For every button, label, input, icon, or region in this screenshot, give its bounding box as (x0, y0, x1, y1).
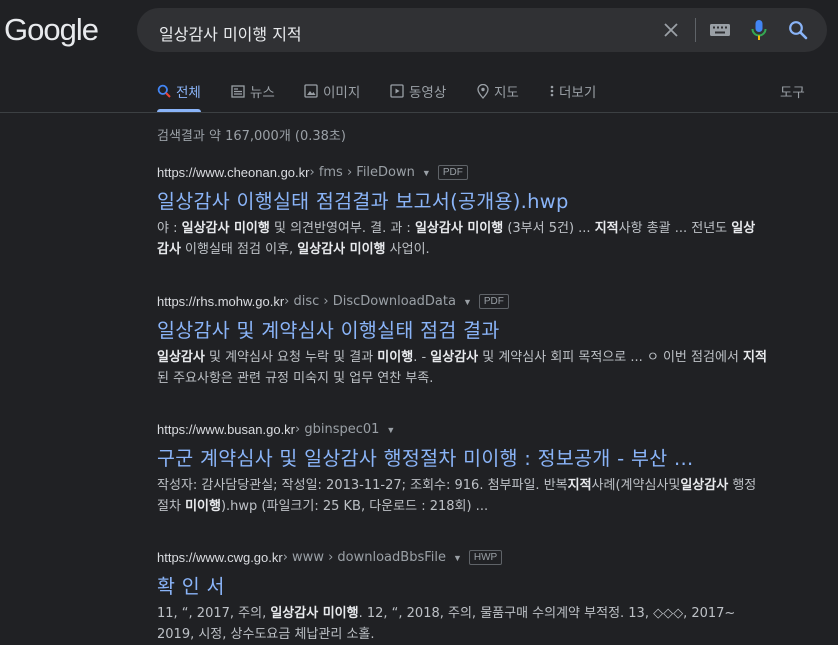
result-path: › disc › DiscDownloadData (284, 294, 456, 309)
result-title-link[interactable]: 일상감사 및 계약심사 이행실태 점검 결과 (157, 314, 767, 343)
result-snippet: 일상감사 및 계약심사 요청 누락 및 결과 미이행. - 일상감사 및 계약심… (157, 350, 767, 386)
tab-label: 전체 (176, 85, 201, 101)
chevron-down-icon[interactable]: ▼ (453, 553, 462, 563)
tab-all[interactable]: 전체 (157, 81, 201, 112)
tab-news[interactable]: 뉴스 (231, 81, 275, 101)
tab-maps[interactable]: 지도 (477, 81, 519, 101)
search-input[interactable]: 일상감사 미이행 지적 (159, 21, 302, 45)
tab-label: 이미지 (323, 85, 361, 101)
search-submit-icon[interactable] (787, 19, 809, 41)
image-icon (304, 84, 318, 98)
result-title-link[interactable]: 확 인 서 (157, 570, 767, 599)
clear-icon[interactable] (661, 19, 681, 41)
more-vert-icon (550, 85, 554, 97)
map-pin-icon (477, 83, 489, 99)
google-logo[interactable]: Google (4, 12, 99, 48)
chevron-down-icon[interactable]: ▼ (422, 168, 431, 178)
search-box[interactable]: 일상감사 미이행 지적 (137, 8, 827, 52)
chevron-down-icon[interactable]: ▼ (386, 425, 395, 435)
result-url[interactable]: https://rhs.mohw.go.kr › disc › DiscDown… (157, 294, 767, 309)
keyboard-icon[interactable] (709, 19, 731, 41)
result-path: › www › downloadBbsFile (282, 550, 446, 565)
result-snippet: 작성자: 감사담당관실; 작성일: 2013-11-27; 조회수: 916. … (157, 478, 757, 514)
tab-label: 더보기 (559, 85, 597, 101)
result-snippet: 야 : 일상감사 미이행 및 의견반영여부. 결. 과 : 일상감사 미이행 (… (157, 221, 756, 257)
mic-icon[interactable] (749, 19, 769, 41)
result-path: › gbinspec01 (295, 422, 380, 437)
divider (695, 18, 696, 42)
search-icon (157, 84, 171, 98)
search-result: https://www.busan.go.kr › gbinspec01 ▼ 구군 … (157, 422, 767, 517)
tab-videos[interactable]: 동영상 (390, 81, 446, 101)
search-result: https://www.cwg.go.kr › www › downloadBb… (157, 550, 767, 645)
result-domain: https://www.cheonan.go.kr (157, 165, 310, 180)
result-url[interactable]: https://www.cheonan.go.kr › fms › FileDo… (157, 165, 767, 180)
search-result: https://www.cheonan.go.kr › fms › FileDo… (157, 165, 767, 260)
file-type-badge: PDF (478, 294, 509, 309)
result-url[interactable]: https://www.busan.go.kr › gbinspec01 ▼ (157, 422, 767, 437)
file-type-badge: HWP (468, 550, 503, 565)
result-path: › fms › FileDown (309, 165, 415, 180)
video-icon (390, 84, 404, 98)
result-stats: 검색결과 약 167,000개 (0.38초) (157, 129, 346, 144)
result-domain: https://www.cwg.go.kr (157, 550, 283, 565)
search-result: https://rhs.mohw.go.kr › disc › DiscDown… (157, 294, 767, 389)
result-domain: https://www.busan.go.kr (157, 422, 296, 437)
tab-label: 동영상 (409, 85, 447, 101)
file-type-badge: PDF (437, 165, 468, 180)
result-title-link[interactable]: 일상감사 이행실태 점검결과 보고서(공개용).hwp (157, 185, 767, 214)
tab-label: 뉴스 (250, 85, 275, 101)
result-snippet: 11, “, 2017, 주의, 일상감사 미이행. 12, “, 2018, … (157, 606, 736, 642)
tab-more[interactable]: 더보기 (550, 81, 596, 101)
tab-label: 지도 (494, 85, 519, 101)
result-domain: https://rhs.mohw.go.kr (157, 294, 285, 309)
tools-button[interactable]: 도구 (780, 81, 805, 101)
result-title-link[interactable]: 구군 계약심사 및 일상감사 행정절차 미이행 : 정보공개 - 부산 ... (157, 442, 767, 471)
chevron-down-icon[interactable]: ▼ (463, 297, 472, 307)
news-icon (231, 84, 245, 98)
result-url[interactable]: https://www.cwg.go.kr › www › downloadBb… (157, 550, 767, 565)
search-tabs: 전체 뉴스 이미지 동영상 지도 더보기 (157, 81, 838, 112)
header-separator (0, 112, 838, 113)
tab-images[interactable]: 이미지 (304, 81, 360, 101)
